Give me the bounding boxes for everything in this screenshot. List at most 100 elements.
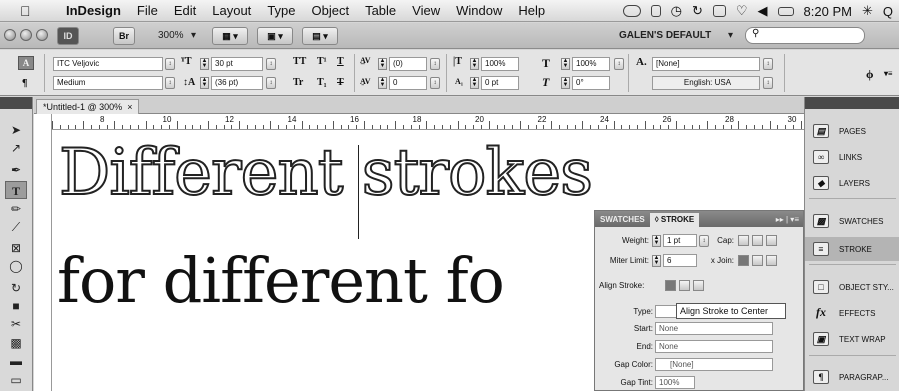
kerning-field[interactable]: 0 — [389, 76, 427, 90]
chevron-down-icon[interactable]: ↕ — [165, 58, 175, 70]
gap-tint-field[interactable]: 100% — [655, 376, 695, 389]
wifi-icon[interactable]: ♡ — [736, 3, 748, 19]
dock-item-object-styles[interactable]: □ OBJECT STY... — [805, 275, 899, 299]
ellipse-tool-icon[interactable]: ◯ — [5, 257, 27, 275]
zoom-level-select[interactable]: 300% — [158, 30, 184, 41]
cloud-icon[interactable] — [622, 5, 641, 17]
clipboard-icon[interactable] — [650, 5, 661, 17]
menu-file[interactable]: File — [129, 3, 166, 18]
close-window-icon[interactable] — [4, 29, 16, 41]
subscript-button[interactable]: T₁ — [317, 77, 327, 88]
time-machine-icon[interactable]: ◷ — [671, 3, 682, 19]
workspace-switcher[interactable]: GALEN'S DEFAULT — [619, 30, 711, 41]
start-field[interactable]: None — [655, 322, 773, 335]
butt-cap-button[interactable] — [738, 235, 749, 246]
gap-color-field[interactable]: [None] — [655, 358, 773, 371]
chevron-down-icon[interactable]: ↕ — [430, 58, 440, 70]
view-options-button[interactable]: ▦ ▾ — [212, 27, 248, 45]
chevron-down-icon[interactable]: ▾ — [191, 30, 196, 41]
weight-field[interactable]: 1 pt — [663, 234, 697, 247]
vertical-scale-stepper[interactable]: ▲ ▼ — [470, 58, 479, 70]
line-tool-icon[interactable]: ⟋ — [5, 218, 27, 236]
round-join-button[interactable] — [752, 255, 763, 266]
strikethrough-button[interactable]: T — [337, 77, 344, 88]
chevron-down-icon[interactable]: ↕ — [763, 58, 773, 70]
dock-item-effects[interactable]: fx EFFECTS — [805, 301, 899, 325]
miter-limit-field[interactable]: 6 — [663, 254, 697, 267]
dock-item-text-wrap[interactable]: ▣ TEXT WRAP — [805, 327, 899, 351]
superscript-button[interactable]: T¹ — [317, 56, 327, 67]
quick-apply-icon[interactable]: ϕ — [866, 67, 874, 82]
dock-item-links[interactable]: ∞ LINKS — [805, 145, 899, 169]
help-search-input[interactable]: ⚲ — [745, 27, 865, 44]
chevron-down-icon[interactable]: ↕ — [763, 77, 773, 89]
apple-menu-icon[interactable]:  — [20, 3, 46, 19]
font-style-field[interactable]: Medium — [53, 76, 163, 90]
character-formatting-icon[interactable]: A — [18, 56, 34, 70]
chevron-down-icon[interactable]: ↕ — [266, 58, 276, 70]
font-size-stepper[interactable]: ▲ ▼ — [200, 58, 209, 70]
baseline-shift-stepper[interactable]: ▲ ▼ — [470, 77, 479, 89]
baseline-shift-field[interactable]: 0 pt — [481, 76, 519, 90]
headline-text-line-2[interactable]: for different fo — [57, 244, 505, 317]
bevel-join-button[interactable] — [766, 255, 777, 266]
kerning-stepper[interactable]: ▲ ▼ — [378, 58, 387, 70]
tab-swatches[interactable]: SWATCHES — [595, 213, 650, 227]
headline-text-line-1[interactable]: Different strokes — [58, 135, 594, 211]
miter-join-button[interactable] — [738, 255, 749, 266]
chevron-down-icon[interactable]: ↕ — [430, 77, 440, 89]
rectangle-frame-tool-icon[interactable]: ⊠ — [5, 239, 27, 257]
horizontal-scale-stepper[interactable]: ▲ ▼ — [561, 58, 570, 70]
clock[interactable]: 8:20 PM — [804, 4, 852, 19]
align-inside-button[interactable] — [679, 280, 690, 291]
scissors-tool-icon[interactable]: ✂ — [5, 315, 27, 333]
direct-selection-tool-icon[interactable]: ↗ — [5, 139, 27, 157]
menu-app[interactable]: InDesign — [46, 3, 129, 18]
pencil-tool-icon[interactable]: ✏ — [5, 200, 27, 218]
battery-icon[interactable] — [777, 6, 794, 16]
chevron-down-icon[interactable]: ↕ — [266, 77, 276, 89]
document-tab[interactable]: *Untitled-1 @ 300% × — [36, 99, 140, 114]
close-tab-icon[interactable]: × — [125, 102, 132, 112]
note-tool-icon[interactable]: ▬ — [5, 352, 27, 370]
chevron-down-icon[interactable]: ↕ — [165, 77, 175, 89]
menu-object[interactable]: Object — [304, 3, 358, 18]
dock-item-layers[interactable]: ◆ LAYERS — [805, 171, 899, 195]
leading-field[interactable]: (36 pt) — [211, 76, 263, 90]
eyedropper-tool-icon[interactable]: ▭ — [5, 371, 27, 389]
menu-type[interactable]: Type — [259, 3, 303, 18]
chevron-down-icon[interactable]: ↕ — [699, 235, 709, 247]
end-field[interactable]: None — [655, 340, 773, 353]
tab-stroke[interactable]: ◊ STROKE — [649, 213, 700, 227]
type-tool-icon[interactable]: T — [5, 181, 27, 199]
character-style-field[interactable]: [None] — [652, 57, 760, 71]
horizontal-ruler[interactable]: 8 10 12 14 16 18 20 22 24 26 28 30 — [52, 114, 804, 130]
skew-field[interactable]: 0° — [572, 76, 610, 90]
tracking-stepper[interactable]: ▲ ▼ — [378, 77, 387, 89]
align-center-button[interactable] — [665, 280, 676, 291]
tools-panel-header[interactable] — [0, 97, 32, 109]
selection-tool-icon[interactable]: ➤ — [5, 121, 27, 139]
chevron-down-icon[interactable]: ▾ — [728, 30, 733, 41]
arrange-documents-button[interactable]: ▤ ▾ — [302, 27, 338, 45]
bluetooth-icon[interactable]: ✳ — [862, 3, 873, 19]
align-outside-button[interactable] — [693, 280, 704, 291]
pen-tool-icon[interactable]: ✒ — [5, 161, 27, 179]
language-field[interactable]: English: USA — [652, 76, 760, 90]
zoom-window-icon[interactable] — [36, 29, 48, 41]
bridge-button[interactable]: Br — [113, 27, 135, 45]
menu-edit[interactable]: Edit — [166, 3, 204, 18]
screen-mode-button[interactable]: ▣ ▾ — [257, 27, 293, 45]
small-caps-button[interactable]: Tr — [293, 77, 303, 88]
menu-help[interactable]: Help — [510, 3, 553, 18]
free-transform-tool-icon[interactable]: ■ — [5, 297, 27, 315]
font-family-field[interactable]: ITC Veljovic — [53, 57, 163, 71]
menu-layout[interactable]: Layout — [204, 3, 259, 18]
panel-dock-header[interactable] — [805, 97, 899, 109]
weight-stepper[interactable]: ▲ ▼ — [652, 235, 661, 247]
menu-table[interactable]: Table — [357, 3, 404, 18]
dock-item-pages[interactable]: ▤ PAGES — [805, 119, 899, 143]
vertical-ruler[interactable] — [34, 114, 52, 391]
all-caps-button[interactable]: TT — [293, 56, 306, 67]
gradient-tool-icon[interactable]: ▩ — [5, 334, 27, 352]
